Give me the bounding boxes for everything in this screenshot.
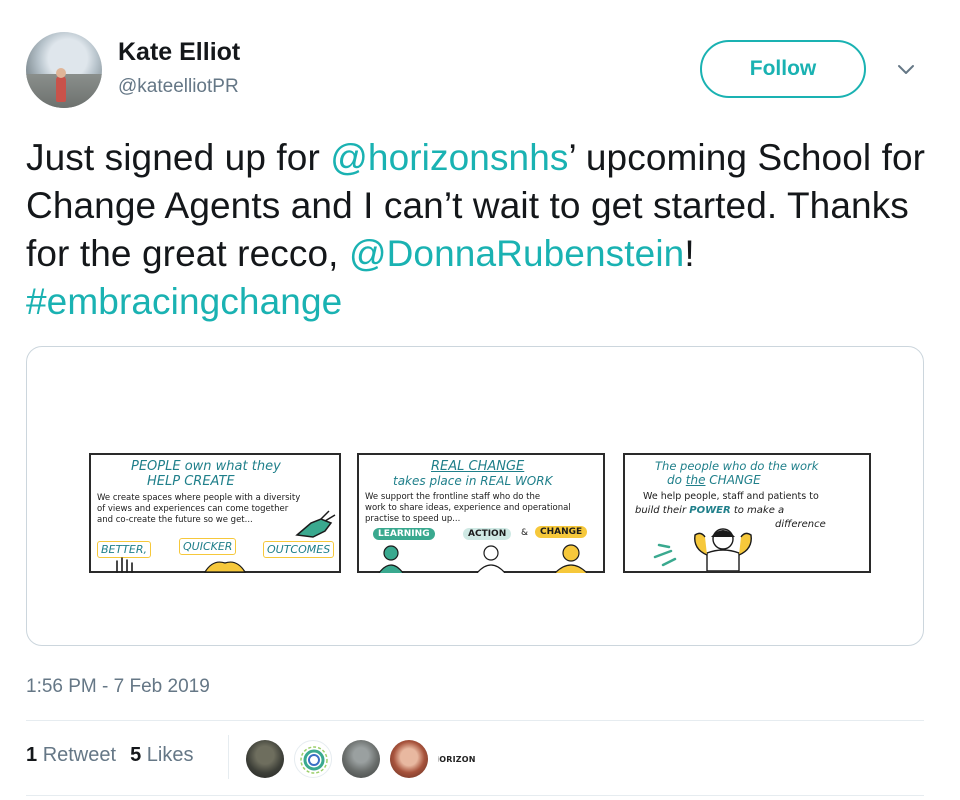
tweet-text: Just signed up for @horizonsnhs’ upcomin… bbox=[26, 134, 936, 326]
tweet-timestamp[interactable]: 1:56 PM - 7 Feb 2019 bbox=[26, 676, 210, 698]
liker-avatar[interactable] bbox=[390, 740, 428, 778]
liker-avatar[interactable] bbox=[342, 740, 380, 778]
liker-avatar[interactable] bbox=[294, 740, 332, 778]
panel-tag-amp: & bbox=[521, 528, 529, 538]
illustration-panel-3: The people who do the work do the CHANGE… bbox=[623, 453, 871, 573]
panel-body-part: build their bbox=[635, 505, 690, 516]
panel-title-line: do the CHANGE bbox=[667, 473, 761, 487]
panel-title: takes place in REAL WORK bbox=[393, 474, 553, 488]
chevron-down-icon[interactable] bbox=[894, 58, 918, 82]
panel-body: We support the frontline staff who do th… bbox=[365, 492, 541, 502]
panel-body-line: build their POWER to make a bbox=[635, 505, 784, 516]
like-count: 5 bbox=[130, 744, 142, 766]
panel-body: We help people, staff and patients to bbox=[643, 491, 819, 502]
liker-badge-text: HORIZONS bbox=[438, 754, 476, 764]
illustration-panel-2: REAL CHANGE takes place in REAL WORK We … bbox=[357, 453, 605, 573]
retweet-count-link[interactable]: 1 Retweet bbox=[26, 744, 116, 767]
panel-title-part: CHANGE bbox=[705, 473, 761, 487]
mention-link[interactable]: @horizonsnhs bbox=[330, 137, 568, 178]
panel-body: We create spaces where people with a div… bbox=[97, 493, 301, 503]
panel-body: of views and experiences can come togeth… bbox=[97, 504, 289, 514]
tweet: Kate Elliot @kateelliotPR Follow Just si… bbox=[0, 0, 960, 800]
hand-illustration-icon bbox=[295, 510, 336, 538]
panel-body-part: POWER bbox=[689, 505, 731, 516]
panel-body-part: to make a bbox=[730, 505, 785, 516]
avatar-person-shape bbox=[56, 76, 66, 102]
like-label: Likes bbox=[146, 744, 194, 766]
panel-body: difference bbox=[775, 519, 826, 530]
follow-button[interactable]: Follow bbox=[700, 40, 866, 98]
panel-body: work to share ideas, experience and oper… bbox=[365, 503, 571, 513]
people-illustration-icon bbox=[378, 544, 588, 573]
retweet-count: 1 bbox=[26, 744, 38, 766]
panel-body: and co-create the future so we get... bbox=[97, 515, 253, 525]
panel-title-part: the bbox=[685, 473, 706, 487]
user-avatar[interactable] bbox=[26, 32, 102, 108]
panel-tag: QUICKER bbox=[179, 538, 237, 555]
tweet-text-part: ! bbox=[684, 233, 695, 274]
horizons-logo-icon bbox=[300, 746, 328, 774]
tweet-stats: 1 Retweet 5 Likes bbox=[26, 744, 193, 767]
like-count-link[interactable]: 5 Likes bbox=[130, 744, 193, 767]
panel-tag: CHANGE bbox=[535, 526, 588, 538]
avatar-head-shape bbox=[56, 68, 66, 78]
hand-illustration-icon bbox=[116, 557, 133, 573]
user-handle[interactable]: @kateelliotPR bbox=[118, 76, 239, 98]
mention-link[interactable]: @DonnaRubenstein bbox=[349, 233, 684, 274]
panel-title: The people who do the work bbox=[655, 459, 819, 473]
panel-title-part: do bbox=[667, 473, 686, 487]
panel-tag: LEARNING bbox=[373, 528, 435, 540]
retweet-label: Retweet bbox=[42, 744, 117, 766]
display-name[interactable]: Kate Elliot bbox=[118, 38, 240, 67]
media-card[interactable]: PEOPLE own what they HELP CREATE We crea… bbox=[26, 346, 924, 646]
liker-avatar[interactable] bbox=[246, 740, 284, 778]
divider bbox=[26, 795, 924, 796]
liker-avatar[interactable]: HORIZONS bbox=[438, 740, 476, 778]
panel-body: practise to speed up... bbox=[365, 514, 461, 524]
illustration-panel-1: PEOPLE own what they HELP CREATE We crea… bbox=[89, 453, 341, 573]
liker-avatars: HORIZONS bbox=[246, 740, 476, 778]
panel-title: PEOPLE own what they bbox=[131, 459, 281, 474]
panel-tag: OUTCOMES bbox=[263, 541, 335, 558]
tweet-text-part: Just signed up for bbox=[26, 137, 331, 178]
strong-person-illustration-icon bbox=[653, 528, 752, 571]
hashtag-link[interactable]: #embracingchange bbox=[26, 281, 342, 322]
panel-tag: ACTION bbox=[463, 528, 512, 540]
hand-illustration-icon bbox=[203, 561, 247, 573]
stats-separator bbox=[228, 735, 229, 779]
panel-title: REAL CHANGE bbox=[431, 459, 525, 474]
panel-title: HELP CREATE bbox=[147, 474, 235, 489]
divider bbox=[26, 720, 924, 721]
